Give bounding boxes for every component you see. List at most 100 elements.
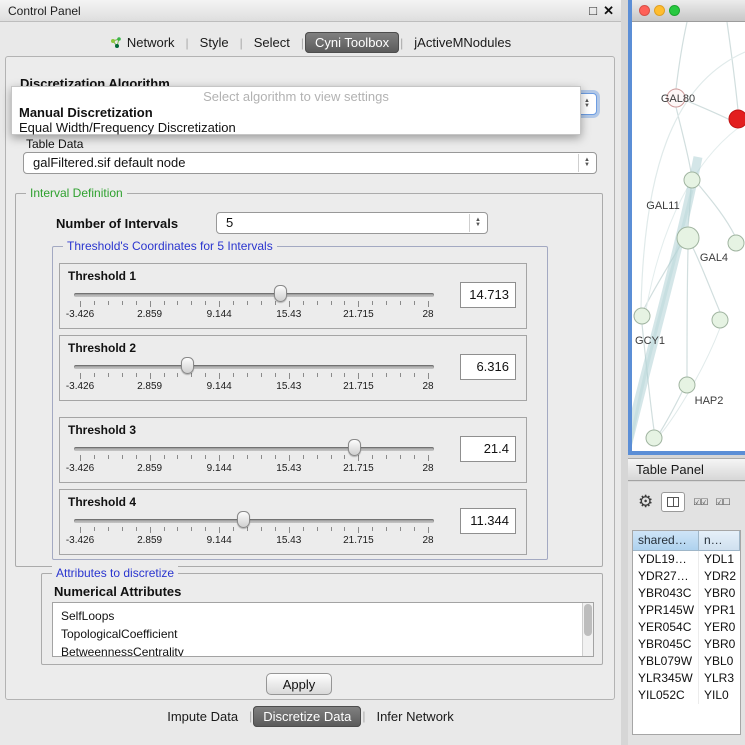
- table-row[interactable]: YPR145WYPR1: [633, 602, 740, 619]
- tab-style[interactable]: Style: [190, 32, 239, 53]
- float-window-icon[interactable]: □: [589, 3, 597, 18]
- slider-scale-label: 2.859: [137, 309, 162, 320]
- slider-handle[interactable]: [181, 357, 194, 374]
- network-node[interactable]: [729, 110, 745, 128]
- threshold-slider[interactable]: -3.4262.8599.14415.4321.71528: [68, 510, 440, 554]
- tab-label: Cyni Toolbox: [315, 35, 389, 50]
- slider-handle[interactable]: [348, 439, 361, 456]
- slider-tick: [94, 301, 95, 305]
- slider-tick: [150, 527, 151, 533]
- list-item[interactable]: TopologicalCoefficient: [53, 625, 593, 643]
- slider-scale-label: 28: [422, 309, 433, 320]
- tab-separator: |: [186, 36, 189, 50]
- slider-tick: [219, 301, 220, 307]
- network-node[interactable]: [634, 308, 650, 324]
- scrollbar-thumb[interactable]: [584, 604, 592, 636]
- minimize-traffic-light-icon[interactable]: [654, 5, 665, 16]
- tab-select[interactable]: Select: [244, 32, 300, 53]
- slider-scale-label: -3.426: [66, 381, 94, 392]
- tab-infer-network[interactable]: Infer Network: [366, 706, 463, 727]
- tab-network[interactable]: Network: [100, 32, 185, 53]
- zoom-traffic-light-icon[interactable]: [669, 5, 680, 16]
- tab-separator: |: [362, 709, 365, 723]
- tab-label: Select: [254, 35, 290, 50]
- network-node[interactable]: [679, 377, 695, 393]
- threshold-slider[interactable]: -3.4262.8599.14415.4321.71528: [68, 284, 440, 328]
- slider-tick: [289, 455, 290, 461]
- network-node[interactable]: [684, 172, 700, 188]
- network-node-label: GAL11: [646, 200, 679, 212]
- list-item[interactable]: BetweennessCentrality: [53, 643, 593, 657]
- threshold-value[interactable]: 6.316: [460, 354, 516, 380]
- gear-icon[interactable]: ⚙: [638, 492, 653, 512]
- table-row[interactable]: YDR27…YDR2: [633, 568, 740, 585]
- slider-tick: [108, 373, 109, 377]
- threshold-slider[interactable]: -3.4262.8599.14415.4321.71528: [68, 438, 440, 482]
- table-row[interactable]: YBR043CYBR0: [633, 585, 740, 602]
- slider-tick: [275, 527, 276, 531]
- slider-tick: [94, 455, 95, 459]
- table-cell: YER0: [699, 619, 740, 636]
- slider-handle[interactable]: [274, 285, 287, 302]
- network-node[interactable]: [646, 430, 662, 446]
- slider-tick: [247, 373, 248, 377]
- num-intervals-value: 5: [226, 213, 463, 233]
- slider-scale-label: 15.43: [276, 463, 301, 474]
- slider-tick: [205, 301, 206, 305]
- threshold-box: Threshold 3-3.4262.8599.14415.4321.71528…: [59, 417, 527, 483]
- table-row[interactable]: YDL19…YDL1: [633, 551, 740, 568]
- numerical-attributes-list[interactable]: SelfLoopsTopologicalCoefficientBetweenne…: [52, 602, 594, 657]
- tab-impute-data[interactable]: Impute Data: [157, 706, 248, 727]
- slider-tick: [317, 301, 318, 305]
- edit-columns-icon[interactable]: ☑☐: [715, 497, 729, 508]
- table-row[interactable]: YLR345WYLR3: [633, 670, 740, 687]
- network-node[interactable]: [677, 227, 699, 249]
- slider-tick: [219, 373, 220, 379]
- threshold-value[interactable]: 14.713: [460, 282, 516, 308]
- slider-track: [74, 365, 434, 369]
- tab-jactivemnodules[interactable]: jActiveMNodules: [404, 32, 521, 53]
- slider-tick: [289, 527, 290, 533]
- slider-tick: [317, 455, 318, 459]
- table-cell: YBL079W: [633, 653, 699, 670]
- algorithm-option[interactable]: Manual Discretization: [12, 105, 580, 120]
- network-canvas[interactable]: GAL80GAL11GAL4GCY1HAP2: [632, 22, 745, 451]
- table-data-combobox[interactable]: galFiltered.sif default node ▲▼: [23, 152, 597, 174]
- threshold-value[interactable]: 11.344: [460, 508, 516, 534]
- table-column-header[interactable]: shared…: [633, 531, 699, 551]
- algorithm-option[interactable]: Equal Width/Frequency Discretization: [12, 120, 580, 135]
- table-row[interactable]: YIL052CYIL0: [633, 687, 740, 704]
- table-column-header[interactable]: n…: [699, 531, 740, 551]
- slider-tick: [331, 373, 332, 377]
- slider-tick: [80, 455, 81, 461]
- tab-cyni-toolbox[interactable]: Cyni Toolbox: [305, 32, 399, 53]
- screen: Control Panel □ ✕ Network|Style|Select|C…: [0, 0, 745, 745]
- table-cell: YBR0: [699, 636, 740, 653]
- table-row[interactable]: YER054CYER0: [633, 619, 740, 636]
- threshold-slider[interactable]: -3.4262.8599.14415.4321.71528: [68, 356, 440, 400]
- slider-tick: [122, 373, 123, 377]
- tab-discretize-data[interactable]: Discretize Data: [253, 706, 361, 727]
- slider-tick: [358, 373, 359, 379]
- num-intervals-combobox[interactable]: 5 ▲▼: [216, 212, 488, 234]
- network-window-titlebar[interactable]: [632, 0, 745, 22]
- slider-tick: [94, 527, 95, 531]
- slider-handle[interactable]: [237, 511, 250, 528]
- network-node[interactable]: [712, 312, 728, 328]
- table-row[interactable]: YBL079WYBL0: [633, 653, 740, 670]
- network-node[interactable]: [728, 235, 744, 251]
- slider-tick: [289, 373, 290, 379]
- close-icon[interactable]: ✕: [603, 3, 614, 19]
- threshold-value[interactable]: 21.4: [460, 436, 516, 462]
- columns-icon[interactable]: [661, 492, 685, 512]
- slider-tick: [386, 527, 387, 531]
- apply-button[interactable]: Apply: [266, 673, 332, 695]
- slider-tick: [205, 455, 206, 459]
- table-cell: YPR1: [699, 602, 740, 619]
- table-row[interactable]: YBR045CYBR0: [633, 636, 740, 653]
- slider-tick: [303, 373, 304, 377]
- list-item[interactable]: SelfLoops: [53, 607, 593, 625]
- close-traffic-light-icon[interactable]: [639, 5, 650, 16]
- list-scrollbar[interactable]: [582, 603, 593, 656]
- select-columns-icon[interactable]: ☑☑: [693, 497, 707, 508]
